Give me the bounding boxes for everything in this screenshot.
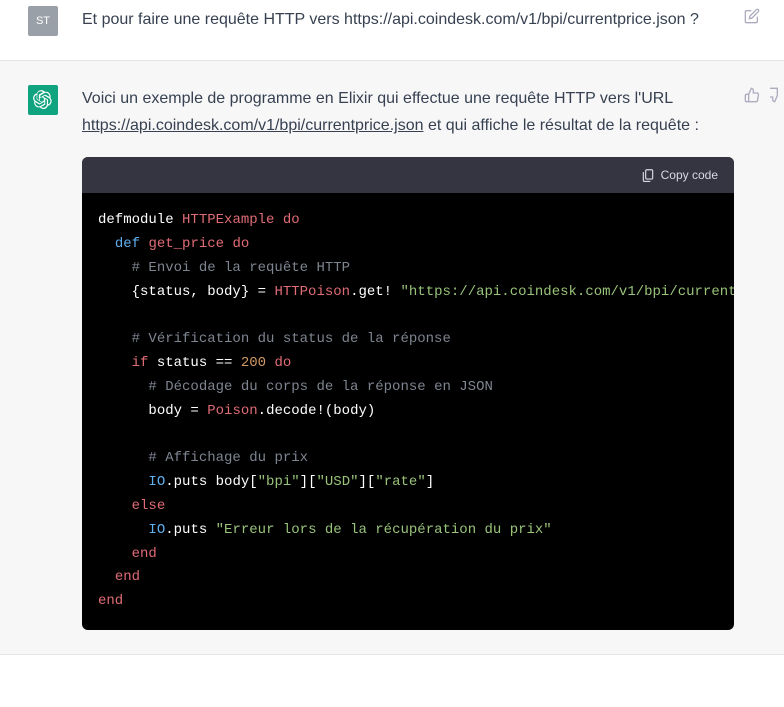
assistant-avatar [28,85,58,115]
assistant-avatar-col [28,85,58,630]
tok-key-bpi: "bpi" [258,474,300,490]
tok-200: 200 [241,355,266,371]
user-message-content: Et pour faire une requête HTTP vers http… [82,6,784,36]
assistant-intro-link[interactable]: https://api.coindesk.com/v1/bpi/currentp… [82,117,424,134]
tok-do-3: do [274,355,291,371]
tok-decode-call: .decode!(body) [258,403,376,419]
tok-poison: Poison [207,403,257,419]
tok-io-1: IO [148,474,165,490]
tok-comment-1: # Envoi de la requête HTTP [132,260,350,276]
tok-comment-2: # Vérification du status de la réponse [132,331,451,347]
assistant-intro-paragraph: Voici un exemple de programme en Elixir … [82,85,784,139]
tok-do-1: do [283,212,300,228]
tok-error-string: "Erreur lors de la récupération du prix" [216,522,552,538]
code-block-header: Copy code [82,157,734,193]
assistant-message-content: Voici un exemple de programme en Elixir … [82,85,784,630]
copy-code-button[interactable]: Copy code [641,165,718,185]
tok-def: def [115,236,140,252]
tok-module-name: HTTPExample [182,212,274,228]
tok-puts-1: .puts body[ [165,474,257,490]
tok-get-call: .get! [350,284,392,300]
code-body[interactable]: defmodule HTTPExample do def get_price d… [82,193,734,630]
openai-logo-icon [32,89,54,111]
user-avatar: ST [28,6,58,36]
tok-else: else [132,498,166,514]
tok-puts-2: .puts [165,522,207,538]
assistant-message-row: Voici un exemple de programme en Elixir … [0,60,784,655]
tok-end-2: end [115,569,140,585]
tok-comment-4: # Affichage du prix [148,450,308,466]
tok-key-rate: "rate" [375,474,425,490]
tok-defmodule: defmodule [98,212,174,228]
user-message-actions [742,6,778,26]
tok-tuple-assign: {status, body} = [132,284,266,300]
tok-io-2: IO [148,522,165,538]
copy-code-label: Copy code [661,165,718,185]
tok-br-1: ][ [300,474,317,490]
tok-url-string: "https://api.coindesk.com/v1/bpi/current… [400,284,734,300]
tok-end-3: end [98,593,123,609]
tok-do-2: do [232,236,249,252]
thumbs-down-icon [770,87,778,103]
tok-if: if [132,355,149,371]
tok-httpoison: HTTPoison [274,284,350,300]
user-avatar-initials: ST [36,15,50,27]
clipboard-icon [641,168,655,182]
tok-br-2: ][ [359,474,376,490]
tok-comment-3: # Décodage du corps de la réponse en JSO… [148,379,492,395]
code-block: Copy code defmodule HTTPExample do def g… [82,157,734,630]
tok-body-assign: body = [148,403,198,419]
user-message-text: Et pour faire une requête HTTP vers http… [82,11,699,28]
user-avatar-col: ST [28,6,58,36]
assistant-intro-pre: Voici un exemple de programme en Elixir … [82,90,673,107]
tok-br-3: ] [426,474,434,490]
thumbs-up-button[interactable] [742,85,762,105]
tok-fn-name: get_price [148,236,224,252]
user-overflow-partial [770,6,778,26]
edit-icon [744,8,760,24]
assistant-message-actions [742,85,778,105]
edit-button[interactable] [742,6,762,26]
thumbs-up-icon [744,87,760,103]
tok-cond: status == [157,355,233,371]
assistant-intro-post: et qui affiche le résultat de la requête… [424,117,699,134]
tok-key-usd: "USD" [316,474,358,490]
thumbs-down-button-partial[interactable] [770,85,778,105]
user-message-row: ST Et pour faire une requête HTTP vers h… [0,0,784,60]
tok-end-1: end [132,546,157,562]
